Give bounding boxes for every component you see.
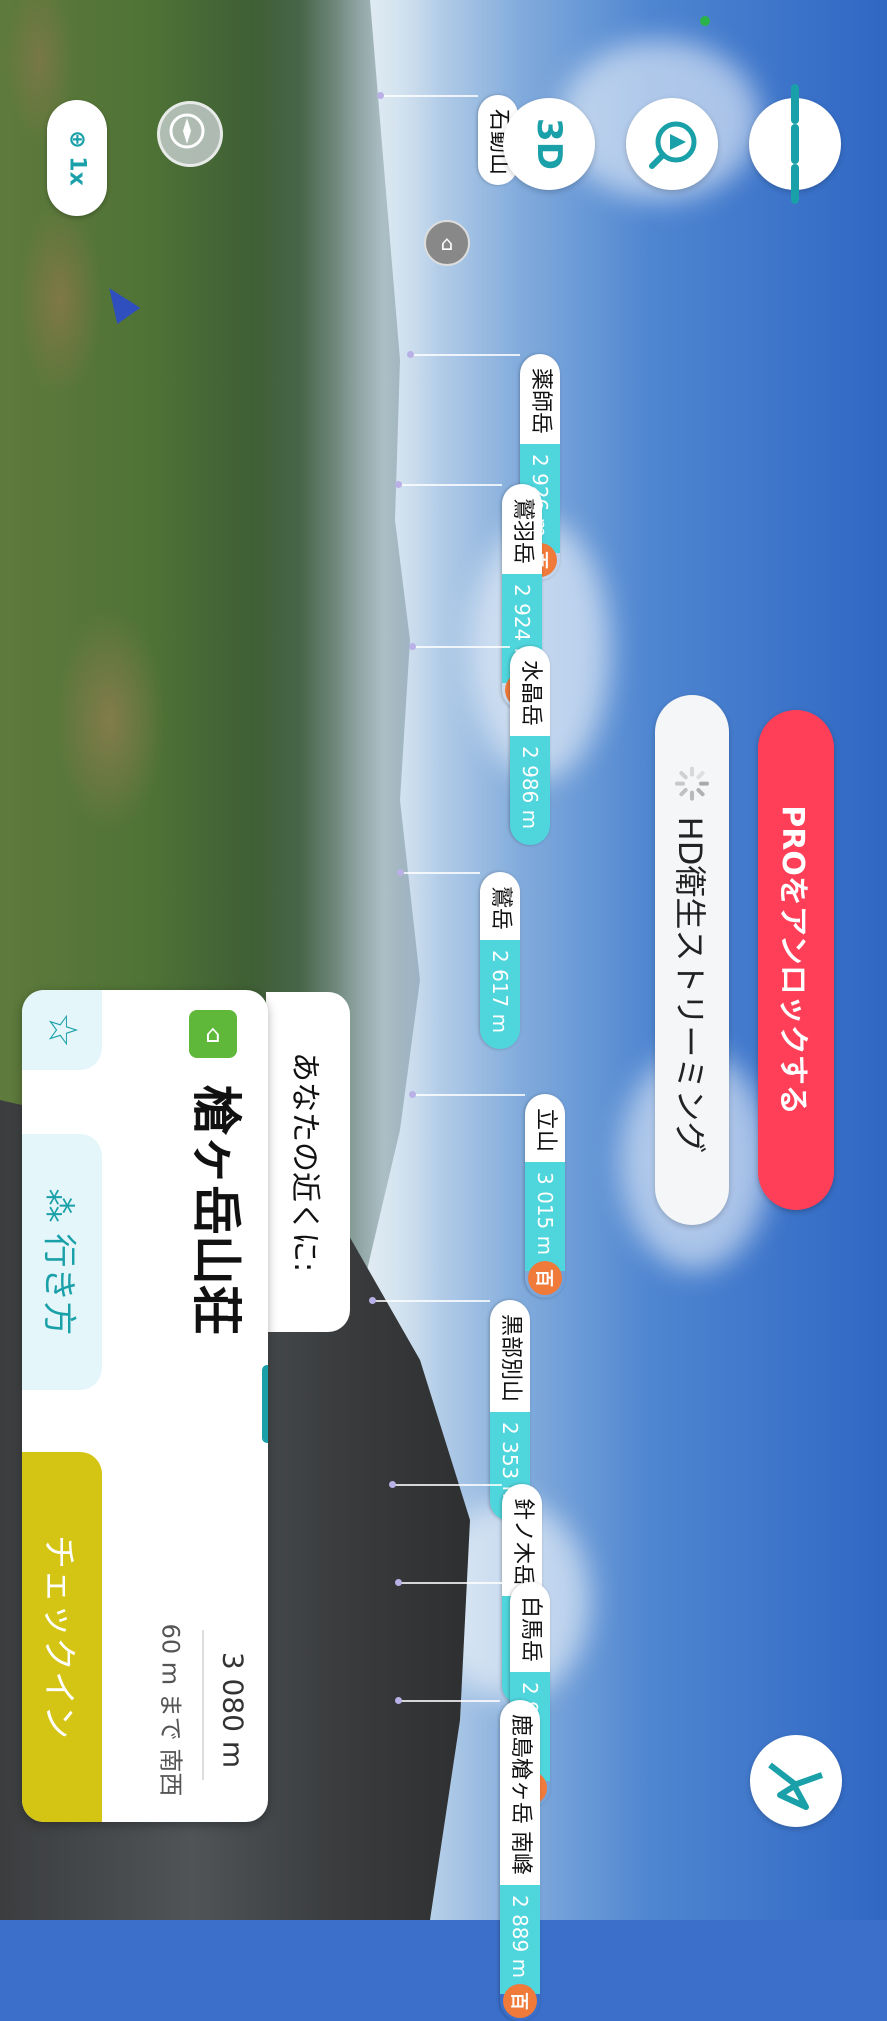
- peak-name: 針ノ木岳: [502, 1484, 542, 1597]
- status-indicator: [700, 16, 710, 26]
- peak-pill[interactable]: 鷲岳 2 617 m: [480, 872, 520, 1050]
- divider: [202, 1630, 204, 1780]
- hd-streaming-label: HD衛生ストリーミング: [671, 816, 709, 1154]
- app-logo-button[interactable]: [750, 1735, 842, 1827]
- hut-name-text: 槍ヶ岳山荘: [187, 1085, 245, 1335]
- nearby-card[interactable]: ☆ ⌂ 槍ヶ岳山荘 ⁂ 行き方 3 080 m 60 m まで 南西 チェックイ…: [22, 990, 268, 1822]
- zoom-icon: ⊕: [64, 130, 90, 149]
- nearby-header: あなたの近くに:: [266, 992, 350, 1332]
- three-d-button[interactable]: 3D: [503, 98, 595, 190]
- peak-dot: [395, 481, 402, 488]
- hyakumeizan-badge: 百: [503, 1984, 537, 2019]
- locate-icon: [642, 116, 702, 172]
- peak-dot: [395, 1697, 402, 1704]
- hut-distance-text: 60 m まで 南西: [156, 1623, 185, 1797]
- hut-elevation: 3 080 m: [208, 1610, 258, 1810]
- peak-leader-line: [412, 646, 510, 648]
- hyakumeizan-badge: 百: [528, 1261, 562, 1296]
- checkin-label: チェックイン: [38, 1535, 79, 1739]
- peak-dot: [409, 1091, 416, 1098]
- peak-dot: [369, 1297, 376, 1304]
- zoom-label: 1x: [64, 156, 90, 186]
- unlock-pro-button[interactable]: PROをアンロックする: [758, 710, 834, 1210]
- peak-name: 鷲岳: [480, 872, 520, 941]
- peak-dot: [377, 92, 384, 99]
- peak-name: 白馬岳: [510, 1582, 550, 1673]
- peak-pill[interactable]: 鹿島槍ヶ岳 南峰 2 889 m百: [500, 1700, 540, 2021]
- peak-name: 鹿島槍ヶ岳 南峰: [500, 1700, 540, 1885]
- peak-dot: [407, 351, 414, 358]
- peak-leader-line: [398, 484, 502, 486]
- compass-icon: [169, 113, 205, 149]
- route-icon: ⁂: [38, 1188, 79, 1234]
- menu-button[interactable]: [749, 84, 841, 204]
- peak-name: 水晶岳: [510, 646, 550, 737]
- loading-spinner-icon: [675, 766, 709, 801]
- hut-elevation-text: 3 080 m: [216, 1651, 250, 1769]
- peak-leader-line: [398, 1700, 500, 1702]
- peak-name: 黒部別山: [490, 1300, 530, 1413]
- app-logo-icon: [768, 1762, 824, 1810]
- zoom-button[interactable]: ⊕ 1x: [47, 100, 107, 216]
- peak-leader-line: [380, 95, 478, 97]
- peak-elevation: 3 015 m: [525, 1162, 565, 1272]
- peak-dot: [395, 1579, 402, 1586]
- favorite-button[interactable]: ☆: [22, 990, 102, 1070]
- three-d-icon: 3D: [528, 118, 569, 170]
- checkin-button[interactable]: チェックイン: [22, 1452, 102, 1822]
- unlock-pro-label: PROをアンロックする: [775, 805, 810, 1115]
- peak-leader-line: [392, 1484, 502, 1486]
- peak-leader-line: [410, 354, 520, 356]
- peak-pill[interactable]: 水晶岳 2 986 m: [510, 646, 550, 846]
- drag-handle[interactable]: [262, 1365, 268, 1443]
- peak-name: 薬師岳: [520, 354, 560, 445]
- peak-leader-line: [398, 1582, 510, 1584]
- peak-leader-line: [400, 872, 480, 874]
- peak-elevation: 2 889 m: [500, 1885, 540, 1995]
- peak-name: 鷲羽岳: [502, 484, 542, 575]
- hut-marker-icon[interactable]: ⌂: [424, 220, 470, 266]
- directions-button[interactable]: ⁂ 行き方: [22, 1134, 102, 1390]
- star-icon: ☆: [39, 1012, 85, 1048]
- hut-distance: 60 m まで 南西: [148, 1600, 198, 1820]
- peak-pill[interactable]: 立山 3 015 m百: [525, 1094, 565, 1298]
- peak-dot: [397, 869, 404, 876]
- compass-button[interactable]: [157, 101, 223, 167]
- nearby-label: あなたの近くに:: [287, 1051, 322, 1273]
- peak-dot: [389, 1481, 396, 1488]
- peak-name: 立山: [525, 1094, 565, 1163]
- locate-button[interactable]: [626, 98, 718, 190]
- menu-icon: [791, 84, 799, 204]
- peak-dot: [409, 643, 416, 650]
- hut-name: 槍ヶ岳山荘: [172, 1040, 268, 1380]
- directions-label: 行き方: [38, 1233, 79, 1336]
- peak-leader-line: [372, 1300, 490, 1302]
- peak-elevation: 2 986 m: [510, 736, 550, 846]
- peak-leader-line: [412, 1094, 525, 1096]
- hd-streaming-button[interactable]: HD衛生ストリーミング: [655, 695, 729, 1225]
- peak-elevation: 2 617 m: [480, 940, 520, 1050]
